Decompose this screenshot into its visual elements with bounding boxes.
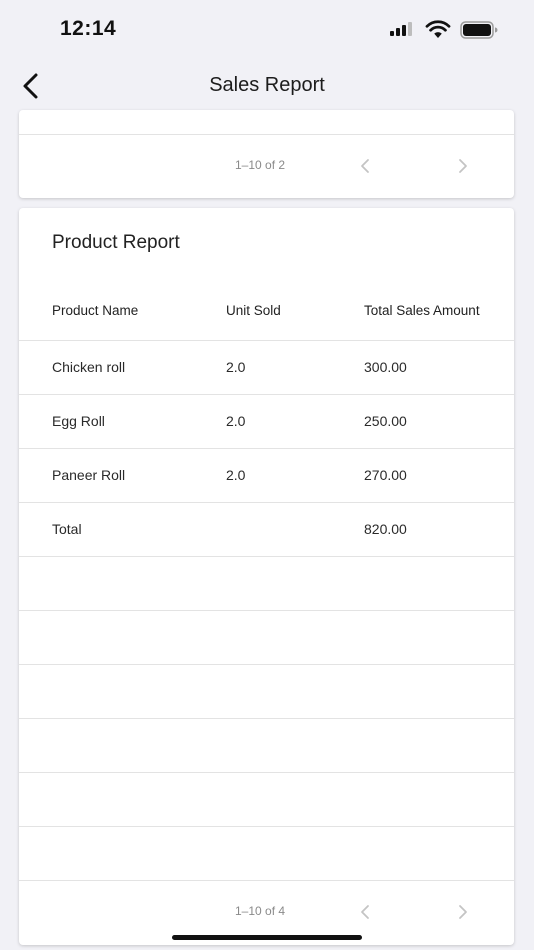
battery-icon (460, 21, 498, 39)
chevron-right-icon[interactable] (451, 152, 475, 180)
unit-sold-cell: 2.0 (226, 467, 246, 483)
column-header-product-name: Product Name (52, 303, 139, 318)
row-divider (19, 134, 514, 135)
status-bar: 12:14 (0, 0, 534, 58)
home-indicator[interactable] (172, 935, 362, 940)
wifi-icon (425, 20, 451, 38)
product-name-cell: Egg Roll (52, 413, 105, 429)
page-title: Sales Report (209, 74, 325, 96)
empty-table-row (19, 557, 514, 611)
empty-table-row (19, 719, 514, 773)
empty-table-row (19, 827, 514, 881)
pagination-range: 1–10 of 4 (235, 904, 286, 918)
chevron-right-icon[interactable] (451, 898, 475, 926)
empty-table-row (19, 773, 514, 827)
table-row: Chicken roll 2.0 300.00 (19, 341, 514, 395)
total-row: Total 820.00 (19, 503, 514, 557)
product-name-cell: Chicken roll (52, 359, 126, 375)
cellular-signal-icon (390, 22, 414, 36)
pagination-bar: 1–10 of 4 (19, 884, 514, 940)
total-amount-cell: 820.00 (364, 521, 407, 537)
pagination-range: 1–10 of 2 (235, 158, 286, 172)
chevron-left-icon[interactable] (353, 152, 377, 180)
pagination-bar: 1–10 of 2 (19, 138, 514, 194)
navigation-bar: Sales Report (0, 58, 534, 114)
product-report-table: Product Name Unit Sold Total Sales Amoun… (19, 284, 514, 881)
status-time: 12:14 (60, 17, 117, 40)
unit-sold-cell: 2.0 (226, 413, 246, 429)
product-report-card: Product Report Product Name Unit Sold To… (19, 208, 514, 945)
column-header-total-sales-amount: Total Sales Amount (364, 303, 480, 318)
product-report-title: Product Report (52, 232, 180, 253)
table-row: Paneer Roll 2.0 270.00 (19, 449, 514, 503)
total-sales-amount-cell: 250.00 (364, 413, 407, 429)
unit-sold-cell: 2.0 (226, 359, 246, 375)
total-sales-amount-cell: 300.00 (364, 359, 407, 375)
product-name-cell: Paneer Roll (52, 467, 126, 483)
empty-table-row (19, 665, 514, 719)
chevron-left-icon[interactable] (353, 898, 377, 926)
table-header: Product Name Unit Sold Total Sales Amoun… (19, 284, 514, 341)
total-label-cell: Total (52, 521, 82, 537)
total-sales-amount-cell: 270.00 (364, 467, 407, 483)
empty-table-row (19, 611, 514, 665)
column-header-unit-sold: Unit Sold (226, 303, 281, 318)
previous-report-card: 1–10 of 2 (19, 110, 514, 198)
table-row: Egg Roll 2.0 250.00 (19, 395, 514, 449)
